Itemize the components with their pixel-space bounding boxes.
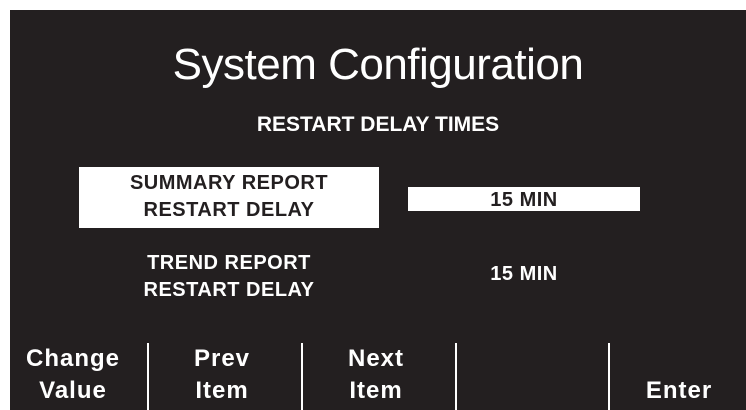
softkey-line1: Prev (193, 345, 251, 372)
summary-report-restart-delay-value[interactable]: 15 MIN (408, 187, 640, 211)
trend-report-restart-delay-value[interactable]: 15 MIN (408, 261, 640, 287)
display-screen: System Configuration RESTART DELAY TIMES… (10, 10, 746, 410)
softkey-line2: Item (349, 377, 403, 404)
page-title: System Configuration (172, 40, 584, 89)
softkey-line2: Value (39, 377, 107, 404)
section-heading: RESTART DELAY TIMES (256, 113, 500, 136)
label-line1: SUMMARY REPORT (129, 172, 329, 194)
softkey-line1 (604, 343, 746, 375)
label-line2: RESTART DELAY (143, 199, 315, 221)
prev-item-button[interactable]: Prev Item (147, 343, 297, 410)
trend-report-restart-delay-label[interactable]: TREND REPORT RESTART DELAY (79, 250, 379, 311)
softkey-line2 (455, 375, 605, 407)
summary-report-restart-delay-label[interactable]: SUMMARY REPORT RESTART DELAY (79, 167, 379, 228)
softkey-line1: Next (347, 345, 405, 372)
blank-softkey-button[interactable] (455, 343, 605, 410)
softkey-line2: Item (195, 377, 249, 404)
softkey-line2: Enter (645, 377, 713, 404)
change-value-button[interactable]: Change Value (10, 343, 148, 410)
enter-button[interactable]: Enter (604, 343, 746, 410)
softkey-line1 (455, 343, 605, 375)
label-line2: RESTART DELAY (143, 279, 315, 301)
softkey-line1: Change (25, 345, 120, 372)
next-item-button[interactable]: Next Item (301, 343, 451, 410)
label-line1: TREND REPORT (147, 252, 311, 274)
